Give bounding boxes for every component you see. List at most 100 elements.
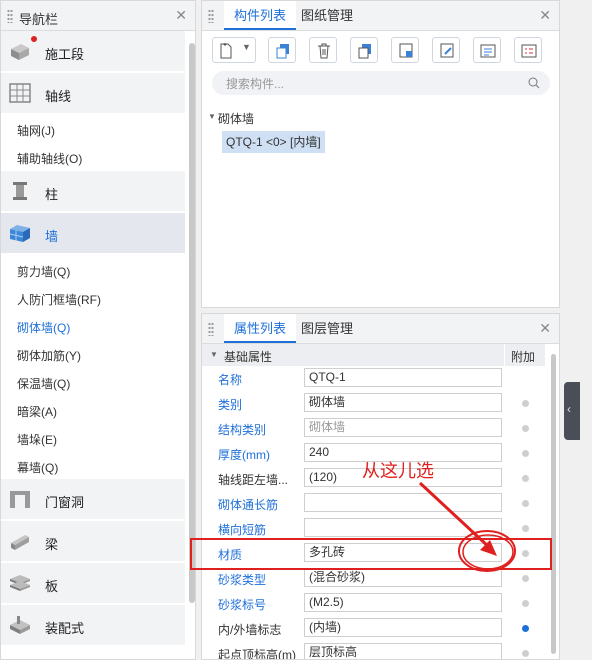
property-label[interactable]: 结构类别 [218,421,266,438]
extra-checkbox[interactable] [522,475,529,482]
nav-item-insulation-wall[interactable]: 保温墙(Q) [17,375,70,392]
slab-icon [10,575,30,591]
property-row-category: 类别 砌体墙 [210,391,546,416]
layer-copy-button[interactable] [391,37,419,63]
nav-item-civil-defense-wall[interactable]: 人防门框墙(RF) [17,291,101,308]
tab-drawing-management[interactable]: 图纸管理 [291,1,363,30]
category-field[interactable]: 砌体墙 [304,393,502,412]
property-label[interactable]: 砂浆标号 [218,596,266,613]
property-scrollbar[interactable] [551,354,556,654]
nav-item-beam[interactable]: 梁 [1,521,185,561]
drag-grip-icon[interactable] [208,322,214,336]
nav-item-masonry-rebar[interactable]: 砌体加筋(Y) [17,347,81,364]
extra-checkbox-checked[interactable] [522,625,529,632]
start-top-elevation-field[interactable]: 层顶标高 [304,643,502,659]
component-panel-header: 构件列表 图纸管理 ✕ [202,1,559,31]
extra-checkbox[interactable] [522,400,529,407]
side-collapse-tab[interactable]: ‹ [564,382,580,440]
copy-button[interactable] [268,37,296,63]
mortar-grade-field[interactable]: (M2.5) [304,593,502,612]
drag-grip-icon[interactable] [7,9,13,23]
extra-checkbox[interactable] [522,500,529,507]
wall-icon [9,225,30,242]
tab-component-list[interactable]: 构件列表 [224,1,297,30]
tab-layer-management[interactable]: 图层管理 [291,314,363,343]
extra-column-header: 附加 [505,344,545,366]
chevron-down-icon[interactable]: ▼ [242,42,251,52]
nav-item-door-window[interactable]: 门窗洞 [1,479,185,519]
nav-item-wall[interactable]: 墙 [1,213,185,253]
section-title: 基础属性 [224,350,273,364]
nav-item-slab[interactable]: 板 [1,563,185,603]
property-section-header[interactable]: ▼ 基础属性 [202,344,504,366]
property-label[interactable]: 砂浆类型 [218,571,266,588]
collapse-icon[interactable]: ▼ [210,350,218,359]
beam-icon [11,535,29,550]
trash-icon [318,43,330,59]
new-component-button[interactable]: ▼ [212,37,256,63]
tree-expand-icon[interactable]: ▼ [208,112,216,121]
property-row-structure-category: 结构类别 砌体墙 [210,416,546,441]
search-icon[interactable] [528,77,540,89]
extra-checkbox[interactable] [522,600,529,607]
extra-checkbox[interactable] [522,425,529,432]
name-field[interactable]: QTQ-1 [304,368,502,387]
property-label[interactable]: 名称 [218,371,242,388]
nav-item-column[interactable]: 柱 [1,171,185,211]
tree-group-masonry-wall[interactable]: 砌体墙 [218,110,254,127]
annotation-text: 从这儿选 [362,461,434,481]
property-row-name: 名称 QTQ-1 [210,366,546,391]
attribute-button[interactable] [514,37,542,63]
nav-item-label: 施工段 [45,47,85,62]
property-label[interactable]: 砌体通长筋 [218,496,278,513]
close-icon[interactable]: ✕ [175,7,187,24]
property-label[interactable]: 横向短筋 [218,521,266,538]
component-item[interactable]: QTQ-1 <0> [内墙] [222,131,325,153]
nav-item-label: 板 [45,579,59,594]
extra-checkbox[interactable] [522,525,529,532]
property-label: 内/外墙标志 [218,623,282,637]
prefab-icon [10,616,30,634]
delete-button[interactable] [309,37,337,63]
extra-checkbox[interactable] [522,450,529,457]
nav-item-aux-axis[interactable]: 辅助轴线(O) [17,150,82,167]
longitudinal-rebar-field[interactable] [304,493,502,512]
property-row-mortar-grade: 砂浆标号 (M2.5) [210,591,546,616]
close-icon[interactable]: ✕ [539,320,551,337]
nav-item-shear-wall[interactable]: 剪力墙(Q) [17,263,70,280]
nav-item-hidden-beam[interactable]: 暗梁(A) [17,403,57,420]
door-window-icon [10,491,30,508]
component-list-panel: 构件列表 图纸管理 ✕ ▼ ▼ 砌体墙 QTQ-1 <0> [内墙] [201,0,560,308]
nav-title: 导航栏 [19,12,59,27]
nav-item-masonry-wall[interactable]: 砌体墙(Q) [17,319,70,336]
property-label[interactable]: 类别 [218,396,242,413]
extra-checkbox[interactable] [522,575,529,582]
tab-property-list[interactable]: 属性列表 [224,314,297,343]
edit-button[interactable] [432,37,460,63]
search-input[interactable] [224,75,518,93]
nav-item-prefab[interactable]: 装配式 [1,605,185,645]
nav-item-label: 梁 [45,537,59,552]
nav-item-construction-segment[interactable]: 施工段 [1,31,185,71]
highlight-box-material-row [190,538,552,570]
nav-item-label: 柱 [45,187,59,202]
grid-axis-icon [9,83,31,103]
copy-icon [276,44,289,59]
wall-side-field[interactable]: (内墙) [304,618,502,637]
nav-item-label: 门窗洞 [45,495,85,510]
nav-scrollbar[interactable] [189,43,195,603]
close-icon[interactable]: ✕ [539,7,551,24]
column-icon [13,182,27,200]
drag-grip-icon[interactable] [208,9,214,23]
nav-item-axis-grid[interactable]: 轴网(J) [17,122,55,139]
list-view-button[interactable] [473,37,501,63]
nav-item-curtain-wall[interactable]: 幕墙(Q) [17,459,58,476]
nav-item-wall-pier[interactable]: 墙垛(E) [17,431,57,448]
duplicate-button[interactable] [350,37,378,63]
nav-item-axis[interactable]: 轴线 [1,73,185,113]
extra-checkbox[interactable] [522,650,529,657]
transverse-rebar-field[interactable] [304,518,502,537]
mortar-type-field[interactable]: (混合砂浆) [304,568,502,587]
property-label[interactable]: 厚度(mm) [218,446,270,463]
nav-item-label: 轴线 [45,89,72,104]
